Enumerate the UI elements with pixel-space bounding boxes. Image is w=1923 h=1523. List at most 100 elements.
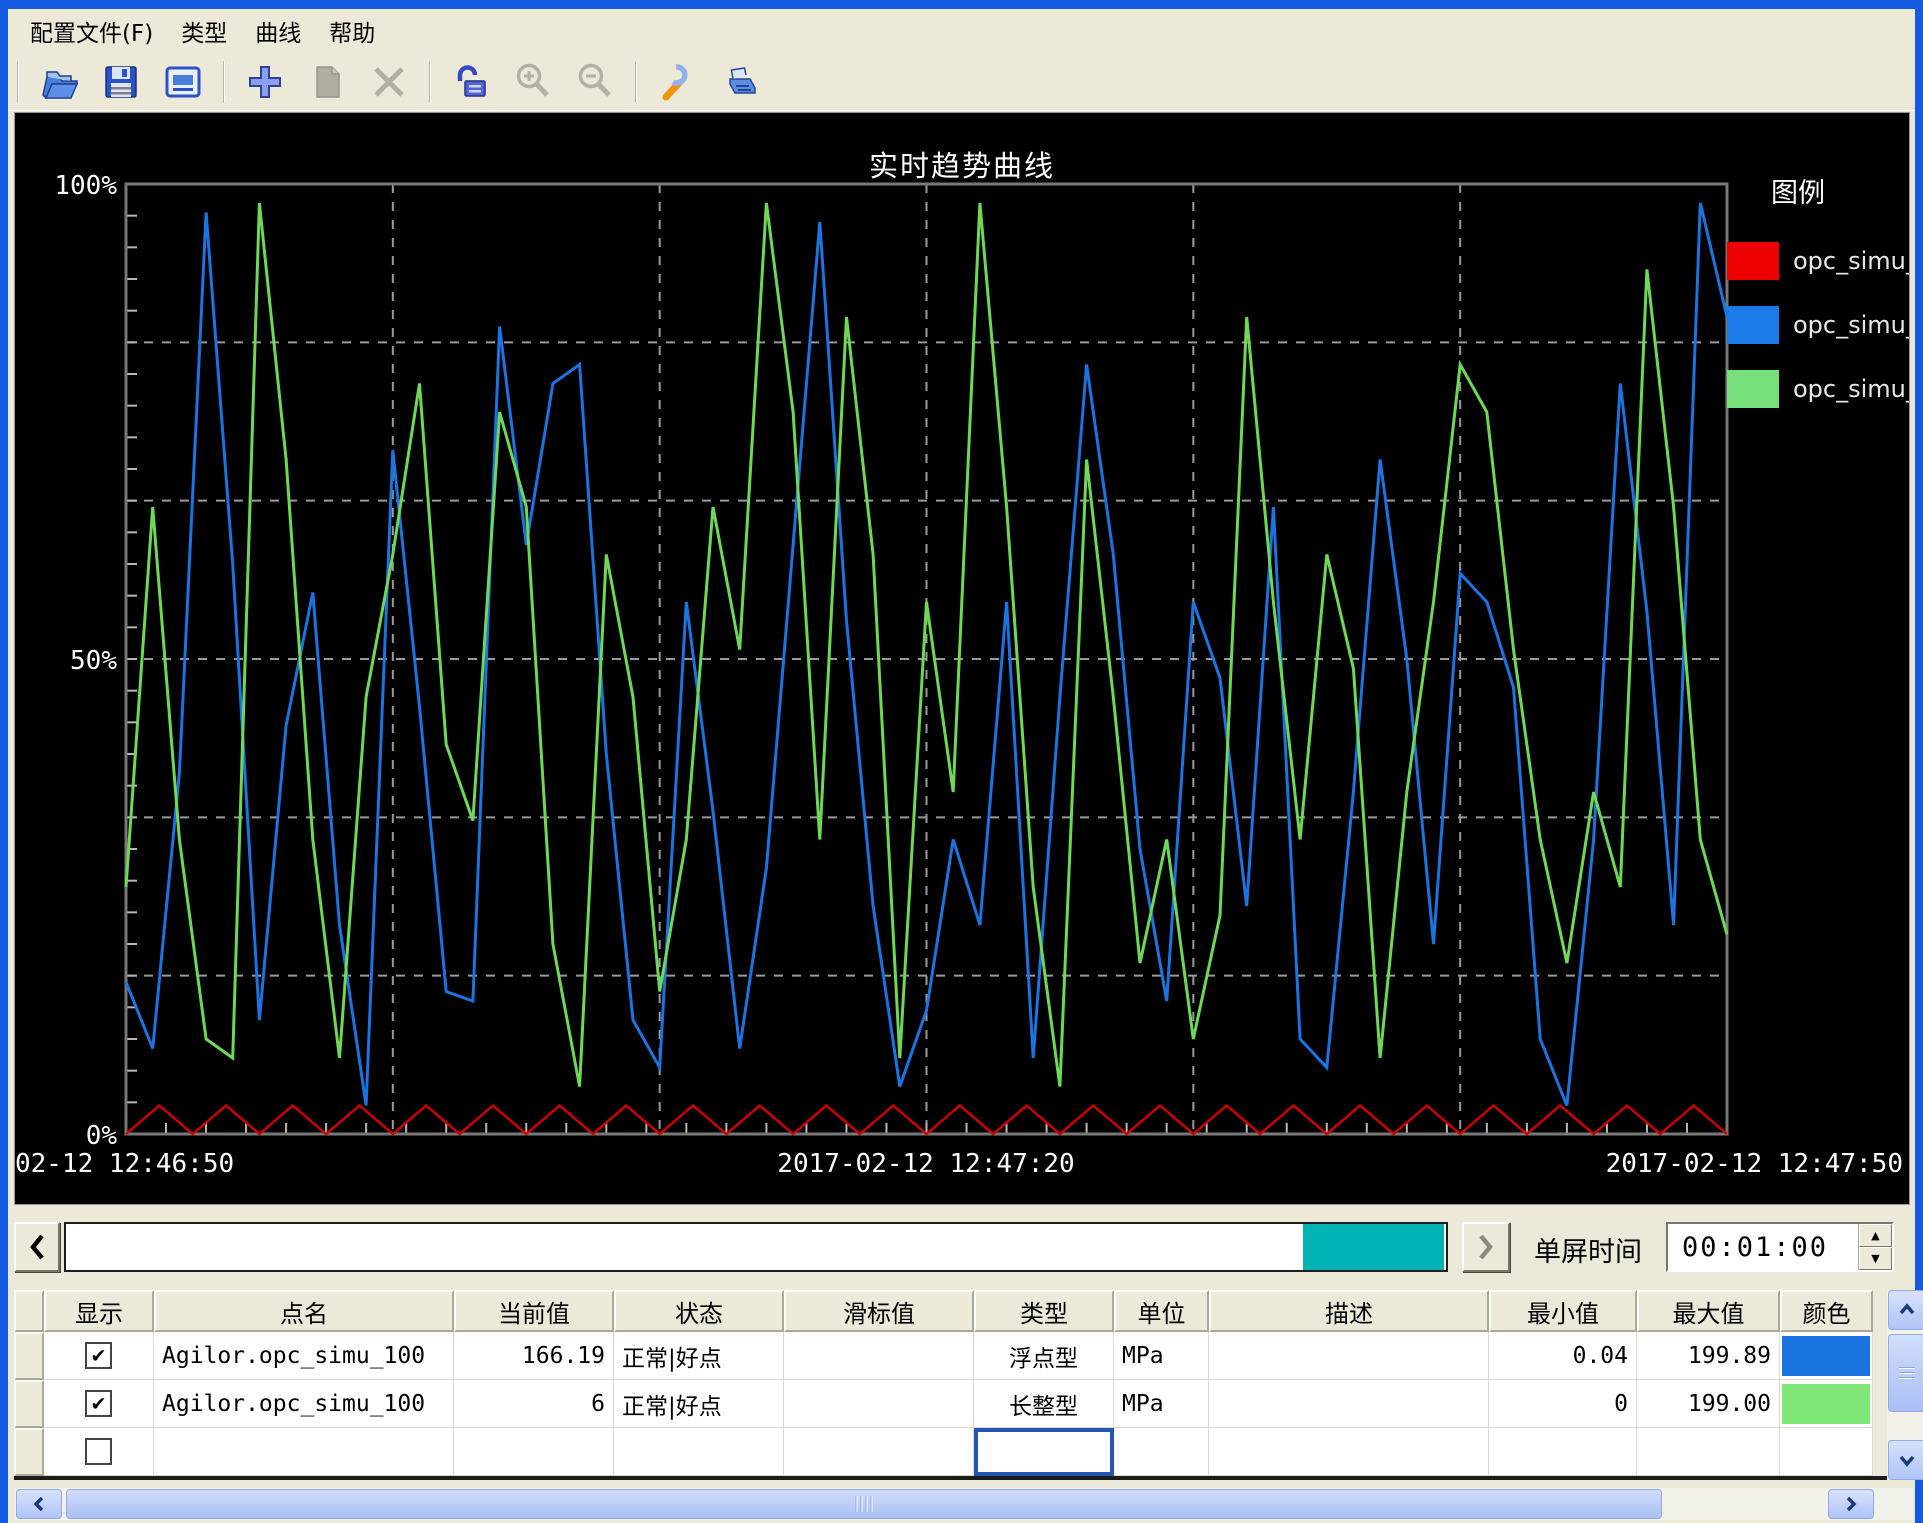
app-window: { "menu": { "items": [ { "id": "profile"…: [0, 0, 1923, 1523]
settings-button[interactable]: [651, 57, 703, 107]
column-header-5: 类型: [974, 1290, 1114, 1332]
unlock-button[interactable]: [445, 57, 497, 107]
point-cell[interactable]: Agilor.opc_simu_100: [154, 1380, 454, 1428]
open-button[interactable]: [33, 57, 85, 107]
status-cell[interactable]: [614, 1428, 784, 1476]
desc-cell[interactable]: [1209, 1332, 1489, 1380]
delete-button: [363, 57, 415, 107]
point-cell[interactable]: [154, 1428, 454, 1476]
unit-cell[interactable]: MPa: [1114, 1332, 1209, 1380]
chevron-left-icon: [26, 1232, 48, 1262]
time-range-position-indicator[interactable]: [1303, 1224, 1444, 1270]
row-color-swatch: [1782, 1384, 1870, 1424]
y-axis-label-50: 50%: [17, 646, 117, 676]
legend-entry-0: opc_simu_: [1727, 241, 1910, 281]
horizontal-scroll-thumb[interactable]: [66, 1489, 1662, 1519]
scroll-forward-button[interactable]: [1462, 1222, 1510, 1272]
thumb-grip: [1899, 1364, 1915, 1382]
x-axis-label-mid: 2017-02-12 12:47:20: [777, 1149, 1074, 1179]
screen-time-value[interactable]: 00:01:00: [1668, 1224, 1858, 1270]
table-header-row: 显示点名当前值状态滑标值类型单位描述最小值最大值颜色: [14, 1290, 1913, 1332]
row-indicator[interactable]: [14, 1332, 44, 1380]
save-button[interactable]: [95, 57, 147, 107]
max-cell[interactable]: [1637, 1428, 1780, 1476]
spin-down-button[interactable]: ▼: [1859, 1247, 1892, 1270]
desc-cell[interactable]: [1209, 1380, 1489, 1428]
row-indicator-header: [14, 1290, 44, 1332]
toolbar-separator: [17, 61, 19, 103]
color-cell[interactable]: [1780, 1380, 1873, 1428]
column-header-10: 颜色: [1780, 1290, 1873, 1332]
slider-cell[interactable]: [784, 1332, 974, 1380]
screen-time-spinner: ▲ ▼: [1858, 1224, 1892, 1270]
visible-checkbox[interactable]: [85, 1438, 112, 1465]
max-cell[interactable]: 199.00: [1637, 1380, 1780, 1428]
unit-cell[interactable]: [1114, 1428, 1209, 1476]
zoom-out-icon: [574, 61, 616, 103]
scroll-back-button[interactable]: [14, 1222, 60, 1272]
menu-item-profile[interactable]: 配置文件(F): [16, 10, 167, 52]
window-border-top: [0, 0, 1923, 9]
table-vertical-scrollbar[interactable]: [1887, 1290, 1923, 1480]
menu-item-curve[interactable]: 曲线: [241, 10, 315, 52]
vertical-scroll-thumb[interactable]: [1888, 1334, 1923, 1412]
screen-time-spinbox[interactable]: 00:01:00 ▲ ▼: [1666, 1222, 1894, 1272]
current-cell[interactable]: [454, 1428, 614, 1476]
zoom-out-button: [569, 57, 621, 107]
scroll-down-button[interactable]: [1888, 1440, 1923, 1480]
scroll-right-button[interactable]: [1828, 1489, 1874, 1519]
min-cell[interactable]: 0: [1489, 1380, 1637, 1428]
toolbar: [8, 53, 1915, 111]
legend-entry-label: opc_simu_: [1793, 247, 1910, 275]
spin-up-button[interactable]: ▲: [1859, 1224, 1892, 1247]
desc-cell[interactable]: [1209, 1428, 1489, 1476]
window-border-left: [0, 0, 8, 1523]
menu-item-help[interactable]: 帮助: [315, 10, 389, 52]
row-indicator[interactable]: [14, 1428, 44, 1476]
export-icon: [162, 61, 204, 103]
x-axis-label-start: 02-12 12:46:50: [15, 1149, 234, 1179]
add-button[interactable]: [239, 57, 291, 107]
current-cell[interactable]: 166.19: [454, 1332, 614, 1380]
paste-button: [301, 57, 353, 107]
status-cell[interactable]: 正常|好点: [614, 1332, 784, 1380]
unit-cell[interactable]: MPa: [1114, 1380, 1209, 1428]
menu-item-type[interactable]: 类型: [167, 10, 241, 52]
visible-checkbox[interactable]: ✔: [85, 1342, 112, 1369]
column-header-0: 显示: [44, 1290, 154, 1332]
visible-checkbox[interactable]: ✔: [85, 1390, 112, 1417]
time-range-trough[interactable]: [64, 1222, 1448, 1272]
settings-icon: [656, 61, 698, 103]
type-cell[interactable]: [974, 1428, 1114, 1476]
legend-swatch-1: [1727, 306, 1779, 344]
min-cell[interactable]: [1489, 1428, 1637, 1476]
row-indicator[interactable]: [14, 1380, 44, 1428]
table-row: ✔ Agilor.opc_simu_1006正常|好点 长整型MPa 0199.00: [14, 1380, 1913, 1428]
toolbar-separator: [635, 61, 637, 103]
x-axis-label-end: 2017-02-12 12:47:50: [1606, 1149, 1903, 1179]
column-header-4: 滑标值: [784, 1290, 974, 1332]
table-horizontal-scrollbar[interactable]: [14, 1488, 1913, 1520]
export-button[interactable]: [157, 57, 209, 107]
slider-cell[interactable]: [784, 1380, 974, 1428]
max-cell[interactable]: 199.89: [1637, 1332, 1780, 1380]
column-header-2: 当前值: [454, 1290, 614, 1332]
min-cell[interactable]: 0.04: [1489, 1332, 1637, 1380]
legend-entry-label: opc_simu_: [1793, 311, 1910, 339]
status-cell[interactable]: 正常|好点: [614, 1380, 784, 1428]
type-cell[interactable]: 长整型: [974, 1380, 1114, 1428]
type-cell[interactable]: 浮点型: [974, 1332, 1114, 1380]
column-header-3: 状态: [614, 1290, 784, 1332]
chevron-down-icon: [1898, 1453, 1916, 1467]
point-cell[interactable]: Agilor.opc_simu_100: [154, 1332, 454, 1380]
current-cell[interactable]: 6: [454, 1380, 614, 1428]
save-icon: [100, 61, 142, 103]
slider-cell[interactable]: [784, 1428, 974, 1476]
legend-entry-1: opc_simu_: [1727, 305, 1910, 345]
trend-plot: [15, 113, 1910, 1205]
color-cell[interactable]: [1780, 1428, 1873, 1476]
print-button[interactable]: [713, 57, 765, 107]
scroll-up-button[interactable]: [1888, 1290, 1923, 1330]
scroll-left-button[interactable]: [16, 1489, 62, 1519]
color-cell[interactable]: [1780, 1332, 1873, 1380]
